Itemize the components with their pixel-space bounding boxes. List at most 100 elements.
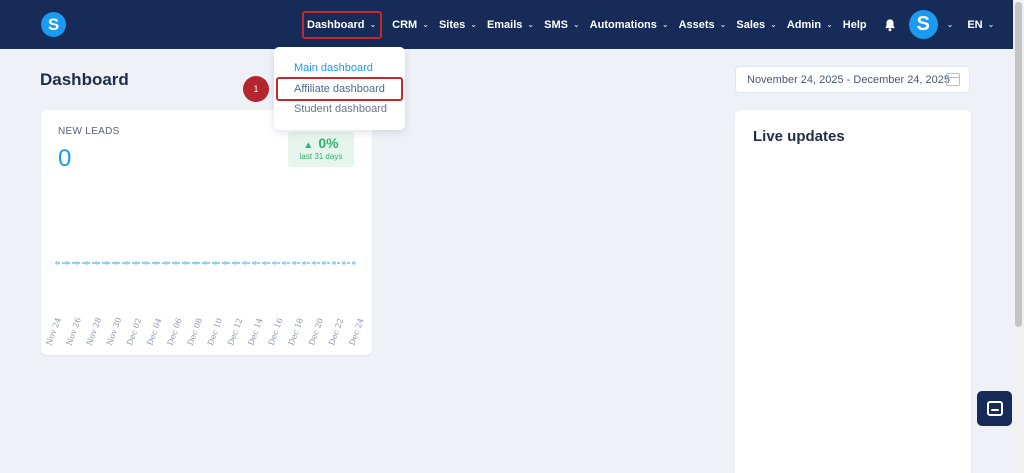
x-tick-label: Nov 24 [44, 316, 62, 346]
scrollbar-thumb[interactable] [1015, 2, 1022, 327]
x-tick-label: Dec 24 [347, 317, 365, 347]
leads-data-point [322, 261, 327, 265]
leads-data-point [302, 261, 307, 265]
x-tick-label: Dec 08 [186, 317, 204, 347]
leads-data-point [352, 261, 356, 265]
nav-sites[interactable]: Sites ⌄ [439, 19, 477, 31]
nav-assets[interactable]: Assets ⌄ [679, 19, 727, 31]
page-scrollbar[interactable] [1013, 0, 1024, 473]
x-tick-label: Dec 16 [267, 317, 285, 347]
leads-data-point [55, 261, 59, 265]
nav-help[interactable]: Help [843, 19, 867, 31]
chevron-down-icon: ⌄ [572, 20, 580, 29]
nav-sites-label: Sites [438, 18, 466, 31]
leads-data-point [104, 261, 109, 265]
x-tick-label: Dec 20 [307, 317, 325, 347]
nav-automations[interactable]: Automations ⌄ [590, 19, 669, 31]
chevron-down-icon: ⌄ [946, 20, 954, 29]
leads-data-point [253, 261, 257, 265]
user-avatar[interactable]: S [908, 10, 938, 39]
top-navbar: S Dashboard ⌄ CRM ⌄ Sites ⌄ Emails ⌄ SMS ⌄ Au… [0, 0, 1013, 49]
nav-emails-label: Emails [486, 18, 523, 31]
menu-item-student-dashboard[interactable]: Student dashboard [294, 103, 387, 115]
x-tick-label: Dec 22 [327, 317, 345, 347]
leads-data-point [332, 261, 337, 265]
chat-widget-button[interactable] [977, 391, 1012, 426]
nav-automations-label: Automations [589, 18, 657, 31]
chevron-down-icon: ⌄ [369, 20, 377, 29]
main-nav: Dashboard ⌄ CRM ⌄ Sites ⌄ Emails ⌄ SMS ⌄ Auto… [302, 0, 1004, 49]
nav-sales[interactable]: Sales ⌄ [736, 19, 776, 31]
calendar-icon [946, 73, 960, 86]
leads-data-point [342, 261, 346, 265]
leads-data-point [233, 261, 237, 265]
x-tick-label: Dec 12 [226, 317, 244, 347]
nav-emails[interactable]: Emails ⌄ [487, 19, 534, 31]
leads-data-point [292, 261, 297, 265]
nav-sales-label: Sales [736, 18, 766, 31]
x-tick-label: Nov 28 [85, 316, 103, 346]
nav-crm[interactable]: CRM ⌄ [392, 19, 429, 31]
chevron-down-icon: ⌄ [719, 20, 727, 29]
leads-data-point [114, 261, 119, 265]
chevron-down-icon: ⌄ [527, 20, 535, 29]
nav-help-label: Help [842, 18, 867, 31]
nav-dashboard-label: Dashboard [307, 18, 365, 31]
nav-dashboard[interactable]: Dashboard ⌄ [302, 10, 383, 39]
date-range-picker[interactable]: November 24, 2025 - December 24, 2025 [735, 66, 970, 93]
leads-data-point [263, 261, 267, 265]
leads-data-point [75, 261, 79, 265]
date-range-value: November 24, 2025 - December 24, 2025 [747, 73, 951, 86]
nav-assets-label: Assets [678, 18, 715, 31]
affiliate-highlight-box [276, 77, 403, 101]
leads-data-point [203, 261, 208, 265]
nav-crm-label: CRM [392, 18, 418, 31]
x-tick-label: Dec 14 [246, 317, 264, 347]
language-selector[interactable]: EN ⌄ [967, 19, 994, 31]
leads-data-point [312, 261, 317, 265]
new-leads-card: NEW LEADS 0 ▲ 0% last 31 days Nov 24 Nov 2… [41, 110, 372, 355]
x-tick-label: Dec 06 [166, 317, 184, 347]
x-tick-label: Nov 30 [105, 316, 123, 346]
leads-data-point [223, 261, 228, 265]
leads-data-point [124, 261, 129, 265]
nav-admin[interactable]: Admin ⌄ [787, 19, 833, 31]
step-marker: 1 [243, 76, 269, 102]
leads-data-point [154, 261, 158, 265]
leads-data-point [65, 261, 69, 265]
leads-line-chart: Nov 24 Nov 26 Nov 28 Nov 30 Dec 02 Dec 04 Dec … [44, 261, 366, 347]
leads-data-point [144, 261, 148, 265]
x-tick-label: Nov 26 [65, 316, 83, 346]
nav-sms-label: SMS [544, 18, 568, 31]
chevron-down-icon: ⌄ [826, 20, 833, 29]
bell-icon[interactable] [883, 18, 897, 32]
x-tick-label: Dec 18 [287, 317, 305, 347]
menu-item-main-dashboard[interactable]: Main dashboard [294, 62, 373, 74]
live-updates-card: Live updates [735, 110, 971, 473]
leads-data-point [193, 261, 198, 265]
live-updates-title: Live updates [753, 128, 845, 145]
leads-data-point [273, 261, 277, 265]
leads-data-point [183, 261, 188, 265]
page-title: Dashboard [40, 70, 129, 89]
nav-admin-label: Admin [786, 18, 822, 31]
x-tick-label: Dec 02 [125, 317, 143, 347]
avatar-menu-toggle[interactable]: ⌄ [942, 20, 954, 29]
chevron-down-icon: ⌄ [987, 20, 995, 29]
x-tick-label: Dec 10 [206, 317, 224, 347]
language-label: EN [967, 18, 983, 31]
leads-data-point [174, 261, 178, 265]
chevron-down-icon: ⌄ [422, 20, 429, 29]
leads-data-point [134, 261, 138, 265]
leads-data-point [84, 261, 89, 265]
leads-data-point [164, 261, 168, 265]
leads-data-point [282, 261, 287, 265]
app-logo[interactable]: S [41, 12, 66, 37]
chevron-down-icon: ⌄ [661, 20, 669, 29]
nav-sms[interactable]: SMS ⌄ [544, 19, 580, 31]
leads-data-point [94, 261, 99, 265]
chevron-down-icon: ⌄ [470, 20, 477, 29]
leads-data-point [213, 261, 218, 265]
x-tick-label: Dec 04 [145, 317, 163, 347]
chevron-down-icon: ⌄ [770, 20, 777, 29]
